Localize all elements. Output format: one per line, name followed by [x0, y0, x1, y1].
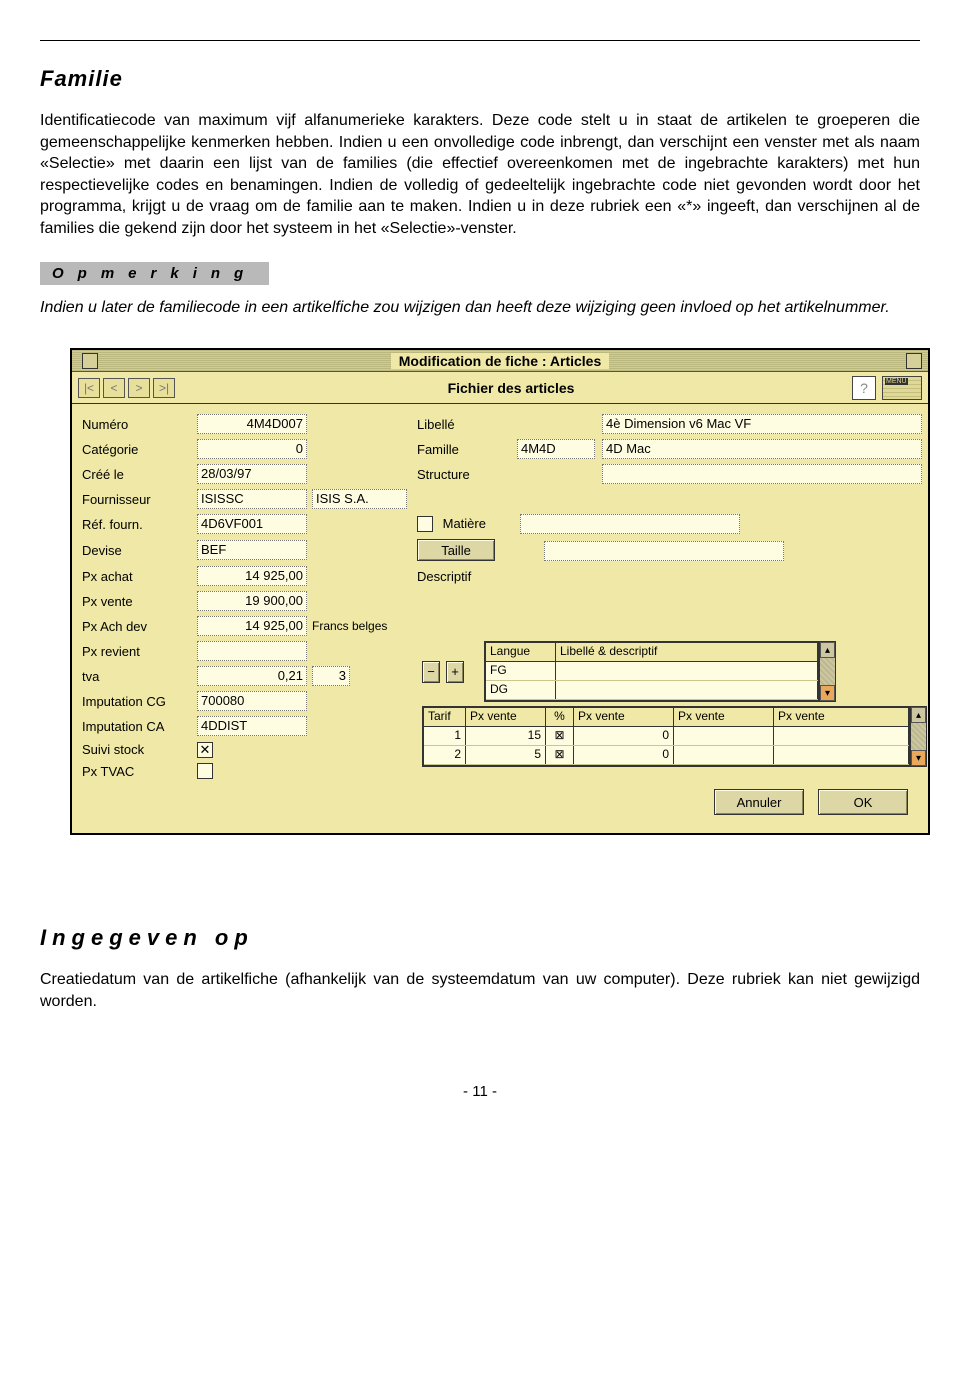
section-ingegeven-title: Ingegeven op [40, 925, 920, 951]
label-tva: tva [82, 669, 197, 684]
checkbox-matiere[interactable] [417, 516, 433, 532]
scroll-down-icon[interactable]: ▾ [911, 750, 926, 766]
annuler-button[interactable]: Annuler [714, 789, 804, 815]
price-scrollbar[interactable]: ▴ ▾ [910, 707, 926, 766]
help-button[interactable]: ? [852, 376, 876, 400]
label-numero: Numéro [82, 417, 197, 432]
label-cree-le: Créé le [82, 467, 197, 482]
window-titlebar: Modification de fiche : Articles [72, 350, 928, 372]
col-px-vente-4: Px vente [774, 708, 909, 726]
plus-button[interactable]: + [446, 661, 464, 683]
label-descriptif: Descriptif [417, 569, 517, 584]
window-title: Modification de fiche : Articles [391, 353, 610, 369]
field-px-achat[interactable]: 14 925,00 [197, 566, 307, 586]
col-langue: Langue [486, 643, 556, 661]
label-px-achat: Px achat [82, 569, 197, 584]
table-row[interactable]: DG [486, 681, 818, 700]
checkbox-px-tvac[interactable] [197, 763, 213, 779]
ingegeven-paragraph: Creatiedatum van de artikelfiche (afhank… [40, 969, 920, 1012]
field-imputation-cg[interactable]: 700080 [197, 691, 307, 711]
field-fournisseur-name[interactable]: ISIS S.A. [312, 489, 407, 509]
taille-button[interactable]: Taille [417, 539, 495, 561]
col-tarif: Tarif [424, 708, 466, 726]
label-matiere: Matière [443, 516, 486, 531]
label-fournisseur: Fournisseur [82, 492, 197, 507]
menu-button[interactable]: MENU [882, 376, 922, 400]
note-paragraph: Indien u later de familiecode in een art… [40, 297, 920, 319]
label-francs-belges: Francs belges [312, 619, 417, 633]
col-percent: % [546, 708, 574, 726]
field-tva-code[interactable]: 3 [312, 666, 350, 686]
col-libelle-descriptif: Libellé & descriptif [556, 643, 818, 661]
field-numero[interactable]: 4M4D007 [197, 414, 307, 434]
top-rule [40, 40, 920, 41]
checkbox-suivi-stock[interactable]: ✕ [197, 742, 213, 758]
label-px-vente-main: Px vente [82, 594, 197, 609]
nav-last-button[interactable]: >| [153, 378, 175, 398]
table-row[interactable]: FG [486, 662, 818, 681]
field-matiere[interactable] [520, 514, 740, 534]
zoom-icon[interactable] [906, 353, 922, 369]
field-px-ach-dev[interactable]: 14 925,00 [197, 616, 307, 636]
label-famille: Famille [417, 442, 517, 457]
field-tva-rate[interactable]: 0,21 [197, 666, 307, 686]
cell-lang1: FG [486, 662, 556, 680]
field-famille-name[interactable]: 4D Mac [602, 439, 922, 459]
col-px-vente-1: Px vente [466, 708, 546, 726]
label-ref-fourn: Réf. fourn. [82, 517, 197, 532]
minus-button[interactable]: − [422, 661, 440, 683]
label-structure: Structure [417, 467, 517, 482]
scroll-up-icon[interactable]: ▴ [911, 707, 926, 723]
label-devise: Devise [82, 543, 197, 558]
toolbar: |< < > >| Fichier des articles ? MENU [72, 372, 928, 404]
scroll-up-icon[interactable]: ▴ [820, 642, 835, 658]
ok-button[interactable]: OK [818, 789, 908, 815]
field-famille-code[interactable]: 4M4D [517, 439, 595, 459]
label-imputation-ca: Imputation CA [82, 719, 197, 734]
close-icon[interactable] [82, 353, 98, 369]
nav-first-button[interactable]: |< [78, 378, 100, 398]
field-categorie[interactable]: 0 [197, 439, 307, 459]
field-cree-le: 28/03/97 [197, 464, 307, 484]
field-ref-fourn[interactable]: 4D6VF001 [197, 514, 307, 534]
label-imputation-cg: Imputation CG [82, 694, 197, 709]
cell-lang2: DG [486, 681, 556, 699]
toolbar-subtitle: Fichier des articles [448, 380, 575, 396]
note-badge: Opmerking [40, 262, 269, 285]
nav-prev-button[interactable]: < [103, 378, 125, 398]
table-row[interactable]: 2 5 ⊠ 0 [424, 746, 909, 765]
embedded-screenshot: Modification de fiche : Articles |< < > … [70, 348, 930, 835]
label-libelle: Libellé [417, 417, 517, 432]
label-px-ach-dev: Px Ach dev [82, 619, 197, 634]
field-structure[interactable] [602, 464, 922, 484]
table-row[interactable]: 1 15 ⊠ 0 [424, 727, 909, 746]
label-suivi-stock: Suivi stock [82, 742, 197, 757]
page-number: - 11 - [40, 1083, 920, 1100]
col-px-vente-2: Px vente [574, 708, 674, 726]
label-px-revient: Px revient [82, 644, 197, 659]
field-px-revient[interactable] [197, 641, 307, 661]
section-familie-title: Familie [40, 66, 920, 92]
col-px-vente-3: Px vente [674, 708, 774, 726]
field-imputation-ca[interactable]: 4DDIST [197, 716, 307, 736]
familie-paragraph: Identificatiecode van maximum vijf alfan… [40, 110, 920, 240]
field-fournisseur-code[interactable]: ISISSC [197, 489, 307, 509]
field-px-vente[interactable]: 19 900,00 [197, 591, 307, 611]
scroll-down-icon[interactable]: ▾ [820, 685, 835, 701]
field-libelle[interactable]: 4è Dimension v6 Mac VF [602, 414, 922, 434]
field-devise[interactable]: BEF [197, 540, 307, 560]
field-taille[interactable] [544, 541, 784, 561]
lang-scrollbar[interactable]: ▴ ▾ [819, 642, 835, 701]
nav-next-button[interactable]: > [128, 378, 150, 398]
label-px-tvac: Px TVAC [82, 764, 197, 779]
label-categorie: Catégorie [82, 442, 197, 457]
